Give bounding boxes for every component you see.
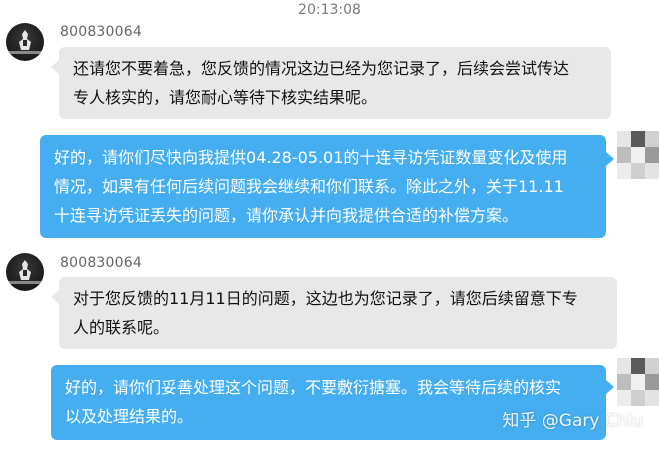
watermark: 知乎 @Gary Chiu <box>502 411 643 431</box>
message-line: 还请您不要着急，您反馈的情况这边已经为您记录了，后续会尝试传达 <box>73 59 570 78</box>
message-line: 十连寻访凭证丢失的问题，请你承认并向我提供合适的补偿方案。 <box>54 206 519 225</box>
user-avatar[interactable] <box>617 131 659 179</box>
message-line: 人的联系呢。 <box>73 318 170 337</box>
message-line: 专人核实的，请您耐心等待下核实结果呢。 <box>73 88 378 107</box>
agent-avatar[interactable] <box>6 253 44 291</box>
bubble-tail <box>606 380 614 394</box>
sender-name: 800830064 <box>60 255 142 271</box>
user-message-bubble[interactable]: 好的，请你们尽快向我提供04.28-05.01的十连寻访凭证数量变化及使用 情况… <box>40 135 606 238</box>
game-logo-icon <box>19 260 31 280</box>
message-timestamp: 20:13:08 <box>298 2 361 18</box>
user-avatar[interactable] <box>617 358 659 406</box>
agent-message-bubble[interactable]: 对于您反馈的11月11日的问题，这边也为您记录了，请您后续留意下专 人的联系呢。 <box>59 277 617 349</box>
message-line: 情况，如果有任何后续问题我会继续和你们联系。除此之外，关于11.11 <box>54 177 564 196</box>
sender-name: 800830064 <box>60 24 142 40</box>
message-line: 好的，请你们尽快向我提供04.28-05.01的十连寻访凭证数量变化及使用 <box>54 148 568 167</box>
message-line: 好的，请你们妥善处理这个问题，不要敷衍搪塞。我会等待后续的核实 <box>65 378 562 397</box>
agent-message-bubble[interactable]: 还请您不要着急，您反馈的情况这边已经为您记录了，后续会尝试传达 专人核实的，请您… <box>59 47 611 119</box>
bubble-tail <box>51 290 59 304</box>
game-logo-icon <box>19 30 31 50</box>
agent-avatar[interactable] <box>6 23 44 61</box>
bubble-tail <box>51 60 59 74</box>
message-line: 对于您反馈的11月11日的问题，这边也为您记录了，请您后续留意下专 <box>73 289 578 308</box>
bubble-tail <box>606 152 614 166</box>
